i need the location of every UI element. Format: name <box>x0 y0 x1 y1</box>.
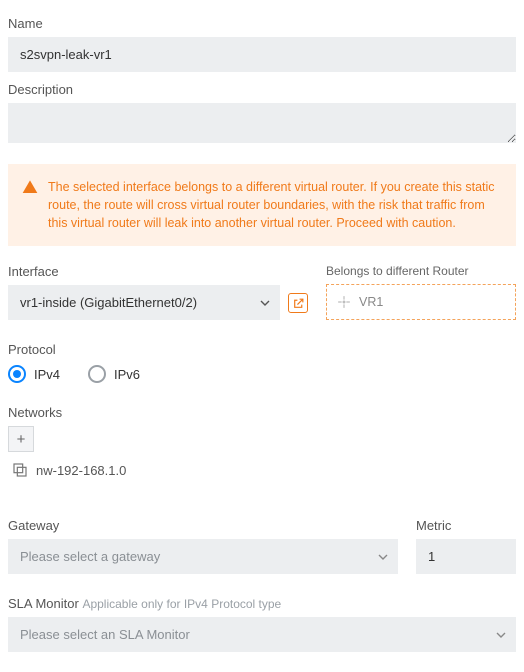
protocol-ipv4-label: IPv4 <box>34 367 60 382</box>
protocol-ipv6-label: IPv6 <box>114 367 140 382</box>
belongs-to-label: Belongs to different Router <box>326 264 516 278</box>
sla-placeholder: Please select an SLA Monitor <box>20 627 190 642</box>
belongs-to-router-value: VR1 <box>359 295 383 309</box>
interface-label: Interface <box>8 264 308 279</box>
protocol-label: Protocol <box>8 342 516 357</box>
protocol-ipv4-radio[interactable]: IPv4 <box>8 365 60 383</box>
radio-icon <box>8 365 26 383</box>
network-item-label: nw-192-168.1.0 <box>36 463 126 478</box>
network-item[interactable]: nw-192-168.1.0 <box>8 452 516 484</box>
networks-label: Networks <box>8 405 516 420</box>
warning-text: The selected interface belongs to a diff… <box>48 178 500 232</box>
interface-select[interactable]: vr1-inside (GigabitEthernet0/2) <box>8 285 280 320</box>
radio-icon <box>88 365 106 383</box>
add-network-button[interactable]: + <box>8 426 34 452</box>
warning-banner: The selected interface belongs to a diff… <box>8 164 516 246</box>
description-label: Description <box>8 82 516 97</box>
description-textarea[interactable] <box>8 103 516 143</box>
chevron-down-icon <box>260 298 270 308</box>
gateway-select[interactable]: Please select a gateway <box>8 539 398 574</box>
network-stack-icon <box>12 462 28 478</box>
metric-input[interactable] <box>416 539 516 574</box>
router-icon <box>337 295 351 309</box>
name-label: Name <box>8 16 516 31</box>
chevron-down-icon <box>378 552 388 562</box>
belongs-to-router-chip: VR1 <box>326 284 516 320</box>
name-input[interactable] <box>8 37 516 72</box>
gateway-label: Gateway <box>8 518 398 533</box>
sla-label: SLA Monitor <box>8 596 79 611</box>
interface-value: vr1-inside (GigabitEthernet0/2) <box>20 295 197 310</box>
chevron-down-icon <box>496 630 506 640</box>
warning-triangle-icon <box>22 179 38 195</box>
sla-note: Applicable only for IPv4 Protocol type <box>82 597 281 611</box>
metric-label: Metric <box>416 518 516 533</box>
sla-monitor-select[interactable]: Please select an SLA Monitor <box>8 617 516 652</box>
sla-label-row: SLA Monitor Applicable only for IPv4 Pro… <box>8 596 516 611</box>
open-external-icon[interactable] <box>288 293 308 313</box>
gateway-placeholder: Please select a gateway <box>20 549 160 564</box>
protocol-radio-group: IPv4 IPv6 <box>8 365 516 383</box>
protocol-ipv6-radio[interactable]: IPv6 <box>88 365 140 383</box>
